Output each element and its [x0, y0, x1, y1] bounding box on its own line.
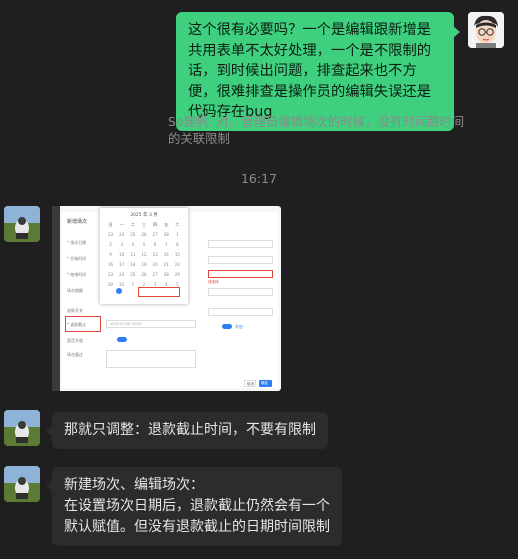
- calendar-day: 24: [119, 272, 125, 277]
- landscape-photo-avatar-icon: [4, 410, 40, 446]
- calendar-popup: 2025 年 3 月 日一二三四五六 23 24 25 26 27 28 1 2 3 4 5 6 7 8 9 1…: [100, 208, 188, 304]
- calendar-day: 1: [176, 232, 179, 237]
- calendar-day: 28: [163, 232, 169, 237]
- quoted-message[interactable]: So建帆: 对。管理员编辑场次的时候，没有时间跟时间的关联限制: [168, 113, 468, 147]
- calendar-header: 2025 年 3 月: [130, 213, 158, 218]
- calendar-weekday: 日: [108, 222, 113, 227]
- refund-deadline-input: 2025-03-26 23:59: [106, 320, 196, 328]
- other-message-bubble-3[interactable]: 新建场次、编辑场次： 在设置场次日期后，退款截止仍然会有一个默认赋值。但没有退款…: [46, 467, 342, 546]
- selected-date-dot: [116, 288, 122, 294]
- calendar-day: 20: [152, 262, 158, 267]
- calendar-weekday: 三: [141, 222, 146, 227]
- calendar-day: 24: [119, 232, 125, 237]
- landscape-photo-avatar-icon: [4, 466, 40, 502]
- calendar-day: 28: [163, 272, 169, 277]
- calendar-day: 1: [131, 282, 135, 287]
- calendar-day: 23: [108, 272, 114, 277]
- calendar-weekday: 二: [130, 222, 135, 227]
- my-message-text: 这个很有必要吗？一个是编辑跟新增是共用表单不太好处理，一个是不限制的话，到时候出…: [188, 22, 432, 120]
- screenshot-image[interactable]: 新增场次 * 场次日期 * 开始时间 * 结束时间 场次限额 退款开关 * 退款…: [52, 206, 281, 391]
- calendar-day: 10: [119, 252, 125, 257]
- chat-timestamp: 16:17: [240, 171, 278, 186]
- calendar-day: 29: [174, 272, 180, 277]
- calendar-day: 27: [152, 272, 158, 277]
- confirm-btn-shot: 确定: [259, 380, 272, 387]
- screenshot-toggle: [117, 337, 127, 342]
- confirm-label-shot: 确定: [261, 381, 268, 385]
- other-message-text-2: 那就只调整：退款截止时间，不要有限制: [64, 422, 316, 438]
- other-avatar-2[interactable]: [4, 410, 40, 446]
- screenshot-label-4: 场次限额: [67, 288, 83, 293]
- calendar-day: 4: [131, 242, 135, 247]
- calendar-day: 2: [109, 242, 112, 247]
- screenshot-label-2: * 开始时间: [67, 256, 87, 261]
- calendar-day: 25: [130, 272, 136, 277]
- calendar-day: 3: [120, 242, 123, 247]
- screenshot-label-8: 场次备注: [67, 352, 83, 357]
- calendar-day: 22: [174, 262, 180, 267]
- right-input-5: [208, 308, 273, 316]
- calendar-day: 23: [108, 232, 114, 237]
- calendar-day: 25: [130, 232, 136, 237]
- other-message-bubble-2[interactable]: 那就只调整：退款截止时间，不要有限制: [46, 412, 328, 449]
- calendar-day: 11: [130, 252, 136, 257]
- cartoon-face-avatar-icon: [468, 12, 504, 48]
- right-input-3: [208, 270, 273, 278]
- refund-deadline-value: 2025-03-26 23:59: [110, 322, 142, 326]
- calendar-day: 6: [153, 242, 157, 247]
- remark-textarea: [106, 350, 196, 368]
- calendar-day: 12: [141, 252, 147, 257]
- my-avatar[interactable]: [468, 12, 504, 48]
- cancel-btn-shot: 取消: [244, 380, 256, 387]
- calendar-day: 26: [141, 232, 147, 237]
- calendar-day: 27: [152, 232, 158, 237]
- calendar-weekday: 六: [175, 222, 180, 227]
- screenshot-label-5: 退款开关: [67, 308, 83, 313]
- other-message-text-3a: 新建场次、编辑场次：: [64, 477, 204, 493]
- calendar-day: 14: [163, 252, 169, 257]
- screenshot-dialog-title: 新增场次: [67, 219, 88, 225]
- cancel-label-shot: 取消: [247, 382, 254, 386]
- screenshot-label-1: * 场次日期: [67, 240, 87, 245]
- other-avatar[interactable]: [4, 206, 40, 242]
- screenshot-label-3: * 结束时间: [67, 272, 87, 277]
- calendar-day: 9: [109, 252, 112, 257]
- screenshot-sidebar: [52, 206, 60, 391]
- calendar-day: 19: [141, 262, 147, 267]
- right-input-1: [208, 240, 273, 248]
- other-message-text-3b: 在设置场次日期后，退款截止仍然会有一个默认赋值。但没有退款截止的日期时间限制: [64, 498, 330, 535]
- calendar-day: 16: [108, 262, 114, 267]
- right-toggle-label: 开启: [235, 324, 243, 329]
- calendar-weekday: 一: [119, 222, 124, 227]
- calendar-day: 26: [141, 272, 147, 277]
- right-error-text: 请选择: [208, 280, 219, 284]
- red-highlight-label: [65, 316, 101, 332]
- calendar-day: 17: [119, 262, 125, 267]
- calendar-day: 18: [130, 262, 136, 267]
- screenshot-label-7: 是否开放: [67, 338, 83, 343]
- other-avatar-3[interactable]: [4, 466, 40, 502]
- right-input-4: [208, 288, 273, 296]
- calendar-day: 8: [176, 242, 179, 247]
- calendar-day: 30: [108, 282, 114, 287]
- calendar-day: 5: [142, 242, 146, 247]
- red-highlight-dates: [138, 287, 180, 297]
- right-toggle: [222, 324, 232, 329]
- calendar-day: 15: [174, 252, 180, 257]
- calendar-day: 7: [165, 242, 168, 247]
- calendar-day: 13: [152, 252, 158, 257]
- right-input-2: [208, 256, 273, 264]
- quoted-message-text: So建帆: 对。管理员编辑场次的时候，没有时间跟时间的关联限制: [168, 114, 465, 146]
- calendar-weekday: 四: [153, 222, 158, 227]
- landscape-photo-avatar-icon: [4, 206, 40, 242]
- calendar-day: 21: [163, 262, 169, 267]
- calendar-grid: 日一二三四五六 23 24 25 26 27 28 1 2 3 4 5 6 7 8 9 10 11 12 13 14 15…: [105, 222, 183, 288]
- calendar-weekday: 五: [164, 222, 169, 227]
